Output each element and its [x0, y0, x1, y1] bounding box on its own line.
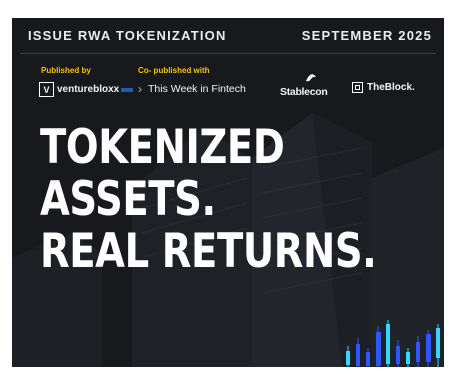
- issue-title: ISSUE RWA TOKENIZATION: [28, 28, 227, 43]
- co-published-label: Co- published with: [138, 66, 210, 75]
- chevron-right-icon: ›: [138, 82, 142, 96]
- publisher-logos: V venturebloxx › This Week in Fintech St…: [12, 74, 444, 102]
- theblock-mark-icon: [352, 82, 363, 93]
- issue-header-bar: ISSUE RWA TOKENIZATION SEPTEMBER 2025: [12, 18, 444, 54]
- candlestick-chart-graphic: [346, 320, 440, 367]
- stablecon-mark-icon: [306, 74, 316, 82]
- this-week-in-fintech-logo: › This Week in Fintech: [138, 82, 246, 96]
- issue-date: SEPTEMBER 2025: [301, 28, 432, 43]
- theblock-logo: TheBlock.: [352, 82, 415, 93]
- cover-headline: TOKENIZED ASSETS. REAL RETURNS.: [40, 120, 377, 279]
- theblock-name: TheBlock.: [367, 82, 415, 93]
- headline-line-1: TOKENIZED: [40, 120, 285, 175]
- venturebloxx-mark-icon: V: [39, 82, 54, 97]
- header-divider: [20, 53, 436, 54]
- this-week-in-fintech-name: This Week in Fintech: [148, 83, 246, 95]
- venturebloxx-accent-bar: [121, 87, 134, 92]
- headline-line-3: REAL RETURNS.: [40, 224, 377, 279]
- stablecon-logo: Stablecon: [280, 72, 340, 102]
- venturebloxx-name: venturebloxx: [57, 84, 120, 95]
- report-cover: ISSUE RWA TOKENIZATION SEPTEMBER 2025 Pu…: [12, 18, 444, 367]
- venturebloxx-logo: V venturebloxx: [39, 82, 134, 97]
- headline-line-2: ASSETS.: [40, 172, 216, 227]
- published-by-label: Published by: [41, 66, 91, 75]
- stablecon-name: Stablecon: [280, 86, 328, 98]
